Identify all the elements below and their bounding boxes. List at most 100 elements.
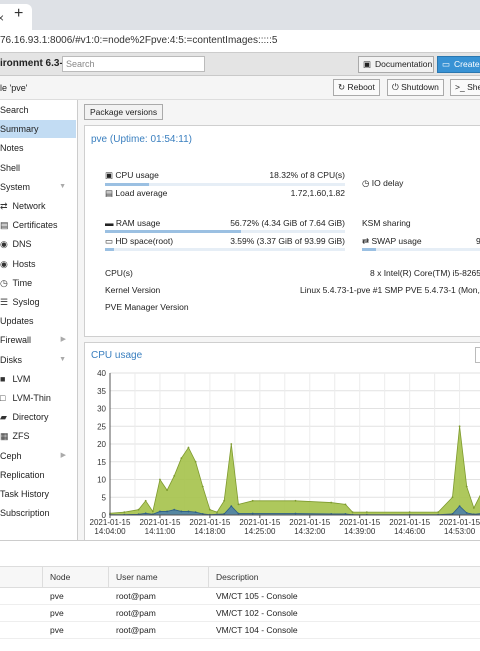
url-text[interactable]: 76.16.93.1:8006/#v1:0:=node%2Fpve:4:5:=c… xyxy=(0,35,277,46)
chevron-down-icon[interactable]: ▼ xyxy=(59,178,66,196)
y-tick-label: 5 xyxy=(102,493,107,502)
cpu-series-0-point xyxy=(344,503,347,506)
sidebar-item-label: Task History xyxy=(0,489,50,499)
sidebar-item-label: Directory xyxy=(12,412,49,423)
power-icon: ⏻ xyxy=(392,82,402,92)
hd-space-value: 3.59% (3.37 GiB of 93.99 GiB) xyxy=(230,236,345,246)
chevron-down-icon[interactable]: ▼ xyxy=(59,351,66,369)
cpu-series-1-point xyxy=(187,510,190,513)
cpu-series-1-point xyxy=(144,512,147,515)
y-tick-label: 15 xyxy=(97,458,106,467)
sidebar-item-zfs[interactable]: ▦ ZFS xyxy=(0,427,76,445)
sidebar-item-shell[interactable]: Shell xyxy=(0,159,76,177)
sidebar-item-updates[interactable]: Updates xyxy=(0,312,76,330)
sidebar-item-task-history[interactable]: Task History xyxy=(0,485,76,503)
sidebar-item-label: ZFS xyxy=(12,431,30,442)
sidebar-item-label: Firewall xyxy=(0,335,32,346)
cpu-series-0-point xyxy=(330,501,333,504)
sidebar-item-ceph[interactable]: Ceph ▶ xyxy=(0,447,76,465)
sidebar-item-subscription[interactable]: Subscription xyxy=(0,504,76,522)
cpu-series-1-point xyxy=(251,512,254,515)
hd-space-label: HD space(root) xyxy=(115,236,174,246)
sidebar-item-time[interactable]: ◷ Time xyxy=(0,274,76,292)
sidebar-item-summary[interactable]: Summary xyxy=(0,120,76,139)
cpu-series-0-point xyxy=(208,508,211,511)
cpu-series-1-point xyxy=(458,505,461,508)
chevron-right-icon[interactable]: ▶ xyxy=(61,447,66,465)
table-row[interactable]: pve root@pam VM/CT 102 - Console xyxy=(0,604,480,622)
cpu-icon: ▣ xyxy=(105,170,116,180)
cpu-series-0-point xyxy=(408,511,411,514)
swap-usage-value: 9 xyxy=(476,236,480,246)
chart-menu-button[interactable] xyxy=(475,347,480,363)
address-bar[interactable]: 76.16.93.1:8006/#v1:0:=node%2Fpve:4:5:=c… xyxy=(0,30,480,53)
new-tab-icon[interactable]: + xyxy=(14,5,23,23)
sidebar-item-hosts[interactable]: ◉ Hosts xyxy=(0,255,76,273)
sidebar-item-firewall[interactable]: Firewall ▶ xyxy=(0,331,76,349)
browser-tab-bar: × + xyxy=(0,0,480,30)
sidebar-item-lvm[interactable]: ■ LVM xyxy=(0,370,76,388)
search-input[interactable]: Search xyxy=(62,56,205,72)
shutdown-button[interactable]: ⏻ Shutdown xyxy=(387,79,444,96)
cpu-series-1-point xyxy=(294,512,297,515)
cpu-series-0-point xyxy=(159,478,161,481)
cpu-chart-title: CPU usage xyxy=(91,350,143,361)
cpu-series-0-point xyxy=(123,511,126,514)
task-description-cell: VM/CT 102 - Console xyxy=(216,608,298,618)
sidebar-item-directory[interactable]: ▰ Directory xyxy=(0,408,76,426)
create-vm-button[interactable]: ▭ Create xyxy=(437,56,480,73)
table-row[interactable]: pve root@pam VM/CT 104 - Console xyxy=(0,621,480,639)
package-versions-button[interactable]: Package versions xyxy=(84,104,164,120)
x-tick-date-label: 2021-01-15 xyxy=(339,518,380,527)
task-user-cell: root@pam xyxy=(116,625,156,635)
column-header-node[interactable]: Node xyxy=(50,572,70,582)
documentation-button[interactable]: ▣ Documentation xyxy=(358,56,434,73)
sidebar-item-label: Syslog xyxy=(12,297,40,307)
sidebar-item-label: Notes xyxy=(0,143,24,154)
sidebar-item-system[interactable]: System ▼ xyxy=(0,178,76,196)
load-average-label: Load average xyxy=(115,188,168,198)
sidebar-item-label: Replication xyxy=(0,469,45,480)
shell-label: She xyxy=(467,82,480,92)
sidebar-item-icon: ⇄ xyxy=(0,201,8,211)
monitor-icon: ▭ xyxy=(442,59,451,69)
chevron-right-icon[interactable]: ▶ xyxy=(61,331,66,349)
sidebar-item-search[interactable]: Search xyxy=(0,101,76,119)
sidebar-item-icon: ■ xyxy=(0,373,6,384)
task-description-cell: VM/CT 105 - Console xyxy=(216,591,298,601)
documentation-label: Documentation xyxy=(375,59,433,69)
book-icon: ▣ xyxy=(363,59,372,69)
memory-icon: ▬ xyxy=(105,218,116,228)
sidebar-item-network[interactable]: ⇄ Network xyxy=(0,197,76,215)
x-tick-date-label: 2021-01-15 xyxy=(90,518,131,527)
sidebar-item-dns[interactable]: ◉ DNS xyxy=(0,235,76,253)
cpu-series-0-point xyxy=(216,511,218,514)
ksm-sharing-label: KSM sharing xyxy=(362,218,411,228)
sidebar-item-certificates[interactable]: ▤ Certificates xyxy=(0,216,76,234)
sidebar-item-label: Network xyxy=(12,201,46,211)
cpu-series-1-point xyxy=(159,510,161,513)
x-tick-date-label: 2021-01-15 xyxy=(389,518,430,527)
sidebar-item-disks[interactable]: Disks ▼ xyxy=(0,351,76,369)
node-title: le 'pve' xyxy=(0,83,28,93)
cpu-series-0-point xyxy=(137,508,140,511)
column-header-user[interactable]: User name xyxy=(116,572,158,582)
cpu-series-0-point xyxy=(173,475,176,477)
table-row[interactable]: pve root@pam VM/CT 105 - Console xyxy=(0,587,480,605)
sidebar-item-replication[interactable]: Replication xyxy=(0,466,76,484)
shell-button[interactable]: >_ She xyxy=(450,79,480,96)
sidebar-item-syslog[interactable]: ☰ Syslog xyxy=(0,293,76,311)
sidebar-item-lvm-thin[interactable]: □ LVM-Thin xyxy=(0,389,76,407)
column-divider xyxy=(108,567,109,587)
cpu-series-0-point xyxy=(365,511,368,514)
x-tick-time-label: 14:39:00 xyxy=(344,527,376,536)
sidebar-item-notes[interactable]: Notes xyxy=(0,139,76,157)
reboot-button[interactable]: ↻ Reboot xyxy=(333,79,380,96)
cpu-series-0-point xyxy=(351,511,354,514)
close-tab-icon[interactable]: × xyxy=(0,11,4,25)
cpu-usage-panel: CPU usage 40 35 30 25 20 15 10 5 0 2021-01-15 14:0… xyxy=(84,342,480,542)
cpu-series-0-point xyxy=(180,457,183,460)
sidebar-item-label: Search xyxy=(0,105,29,115)
hd-space-row: ▭ HD space(root) xyxy=(105,236,173,247)
column-header-description[interactable]: Description xyxy=(216,572,259,582)
